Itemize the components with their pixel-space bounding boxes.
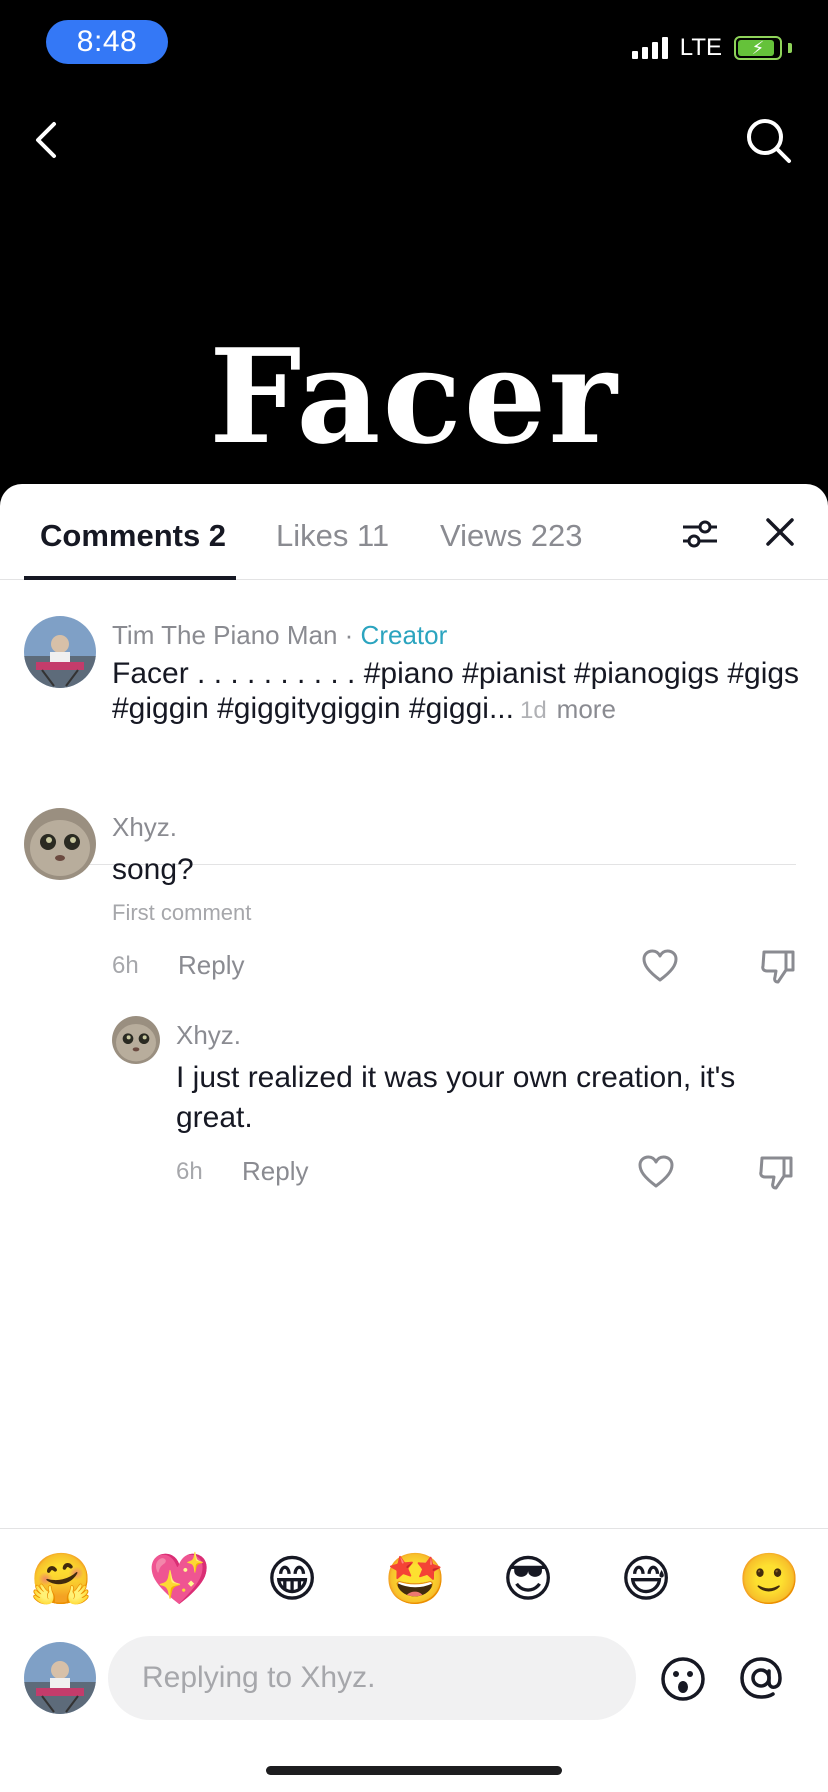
status-bar: 8:48 LTE ⚡: [0, 0, 828, 100]
caption-separator: ·: [337, 620, 361, 650]
caption-time: 1d: [519, 697, 547, 724]
network-type: LTE: [679, 34, 722, 61]
replier-avatar[interactable]: [112, 1016, 160, 1064]
reply-input-row: [0, 1628, 828, 1792]
filter-button[interactable]: [680, 514, 720, 554]
emoji-face-icon: [661, 1657, 705, 1701]
reply-input[interactable]: [108, 1636, 636, 1720]
signal-icon: [631, 37, 668, 59]
emoji-slight-smile[interactable]: 🙂: [738, 1549, 800, 1609]
emoji-picker-button[interactable]: [660, 1656, 706, 1702]
tab-comments[interactable]: Comments 2: [40, 518, 226, 554]
emoji-grin[interactable]: 😁: [266, 1549, 318, 1609]
reply-time: 6h: [176, 1158, 203, 1185]
creator-badge: Creator: [360, 620, 448, 650]
my-avatar: [24, 1642, 96, 1714]
heart-icon: [642, 949, 678, 982]
emoji-quick-bar: 🤗 💖 😁 🤩 😎 😅 🙂: [0, 1528, 828, 1628]
like-button[interactable]: [640, 946, 680, 986]
home-indicator: [266, 1766, 562, 1775]
caption-text: Facer . . . . . . . . . . #piano #pianis…: [112, 657, 800, 725]
status-indicators: LTE ⚡: [631, 34, 792, 62]
emoji-sunglasses[interactable]: 😎: [502, 1549, 554, 1609]
battery-tip: [788, 43, 792, 53]
close-button[interactable]: [762, 514, 798, 550]
comment-username[interactable]: Xhyz.: [112, 812, 177, 843]
emoji-sweat-smile[interactable]: 😅: [620, 1549, 672, 1609]
sliders-icon: [683, 520, 717, 548]
emoji-sparkling-heart[interactable]: 💖: [148, 1549, 210, 1609]
commenter-avatar[interactable]: [24, 808, 96, 880]
caption-text-block: Facer . . . . . . . . . . #piano #pianis…: [112, 656, 802, 728]
creator-caption: Tim The Piano Man · Creator Facer . . . …: [0, 580, 828, 865]
comment-time: 6h: [112, 952, 139, 979]
battery-icon: ⚡: [734, 36, 782, 60]
status-time: 8:48: [46, 20, 168, 64]
close-icon: [766, 518, 794, 546]
caption-author-row: Tim The Piano Man · Creator: [112, 620, 447, 651]
tab-likes[interactable]: Likes 11: [276, 518, 389, 554]
tab-bar: Comments 2 Likes 11 Views 223: [0, 484, 828, 580]
at-sign-icon: [740, 1657, 782, 1699]
video-title: Facer: [209, 320, 619, 473]
comment-text: song?: [112, 853, 194, 886]
emoji-hugging[interactable]: 🤗: [30, 1549, 92, 1609]
reply-text: I just realized it was your own creation…: [176, 1061, 736, 1134]
caption-author[interactable]: Tim The Piano Man: [112, 620, 337, 650]
tab-views[interactable]: Views 223: [440, 518, 582, 554]
heart-icon: [638, 1155, 674, 1188]
thumbs-down-icon: [759, 1156, 793, 1190]
more-link[interactable]: more: [557, 694, 616, 724]
emoji-star-struck[interactable]: 🤩: [384, 1549, 446, 1609]
reply-to-reply-button[interactable]: Reply: [242, 1156, 308, 1187]
search-button[interactable]: [744, 116, 794, 166]
first-comment-tag: First comment: [112, 900, 252, 925]
reply-username[interactable]: Xhyz.: [176, 1020, 241, 1051]
search-icon: [747, 119, 791, 163]
reply-button[interactable]: Reply: [178, 950, 244, 981]
reply-dislike-button[interactable]: [756, 1152, 796, 1192]
chevron-left-icon: [36, 122, 56, 158]
back-button[interactable]: [26, 116, 66, 164]
dislike-button[interactable]: [758, 946, 798, 986]
reply-like-button[interactable]: [636, 1152, 676, 1192]
creator-avatar[interactable]: [24, 616, 96, 688]
mention-button[interactable]: [738, 1654, 784, 1702]
thumbs-down-icon: [761, 950, 795, 984]
